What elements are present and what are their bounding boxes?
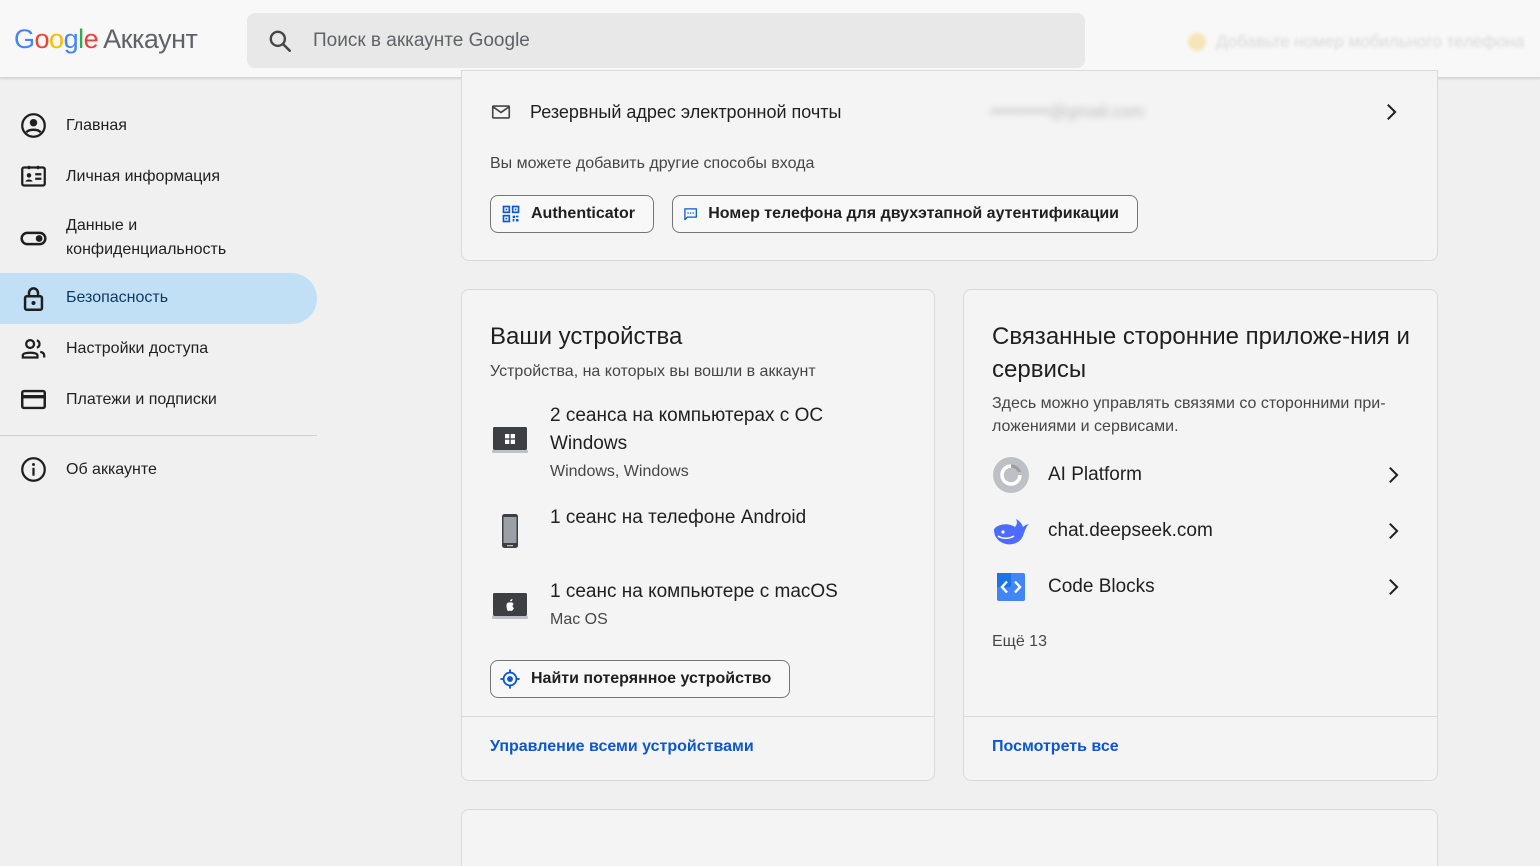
sidebar-item-label: Главная bbox=[66, 117, 127, 134]
sidebar-divider bbox=[0, 435, 317, 436]
app-label: AI Platform bbox=[1048, 464, 1142, 485]
account-circle-icon bbox=[21, 113, 46, 138]
toggle-icon bbox=[20, 231, 47, 246]
sidebar-item-data-privacy[interactable]: Данные и конфиденциальность bbox=[0, 204, 317, 272]
android-phone-icon bbox=[502, 514, 518, 548]
card-divider bbox=[964, 716, 1437, 717]
device-title: 1 сеанс на телефоне Android bbox=[550, 507, 807, 528]
search-icon[interactable] bbox=[267, 28, 293, 54]
location-target-icon bbox=[500, 669, 520, 689]
sidebar-item-label: Данные и конфиденциальность bbox=[66, 217, 227, 258]
device-item-mac[interactable]: 1 сеанс на компьютере с macOS Mac OS bbox=[490, 578, 910, 638]
chevron-right-icon bbox=[1387, 103, 1397, 121]
chevron-right-icon bbox=[1389, 578, 1399, 596]
sidebar-item-label: Платежи и подписки bbox=[66, 391, 217, 408]
sidebar-item-label: Личная информация bbox=[66, 168, 221, 185]
deepseek-whale-icon bbox=[994, 519, 1029, 545]
next-section-card bbox=[461, 809, 1438, 866]
sms-icon bbox=[684, 208, 697, 221]
search-input[interactable]: Поиск в аккаунте Google bbox=[313, 30, 530, 52]
sidebar-item-label: Об аккаунте bbox=[66, 461, 157, 478]
app-label: chat.deepseek.com bbox=[1048, 520, 1213, 541]
find-lost-device-label: Найти потерянное устройство bbox=[531, 670, 772, 687]
sidebar-item-payments[interactable]: Платежи и подписки bbox=[0, 375, 317, 425]
people-icon bbox=[21, 338, 46, 359]
devices-subtitle: Устройства, на которых вы вошли в аккаун… bbox=[490, 363, 816, 380]
sidebar-item-personal-info[interactable]: Личная информация bbox=[0, 152, 317, 202]
devices-title: Ваши устройства bbox=[490, 323, 683, 350]
search-box[interactable]: Поиск в аккаунте Google bbox=[247, 13, 1085, 68]
apps-title: Связанные сторонние приложе-ния и сервис… bbox=[992, 323, 1410, 383]
chevron-right-icon bbox=[1389, 466, 1399, 484]
app-item-deepseek[interactable]: chat.deepseek.com bbox=[992, 511, 1412, 551]
ai-platform-icon bbox=[993, 457, 1029, 493]
sidebar-item-home[interactable]: Главная bbox=[0, 101, 317, 151]
devices-card: Ваши устройства Устройства, на которых в… bbox=[461, 289, 935, 781]
two-step-phone-label: Номер телефона для двухэтапной аутентифи… bbox=[708, 205, 1119, 222]
phone-notice[interactable]: Добавьте номер мобильного телефона bbox=[1188, 32, 1525, 52]
lock-icon bbox=[23, 287, 44, 311]
phone-notice-text: Добавьте номер мобильного телефона bbox=[1216, 32, 1525, 51]
authenticator-label: Authenticator bbox=[531, 205, 635, 222]
sidebar-item-sharing[interactable]: Настройки доступа bbox=[0, 324, 317, 374]
qr-code-icon bbox=[502, 205, 520, 223]
mac-laptop-icon bbox=[492, 593, 528, 619]
app-label: Code Blocks bbox=[1048, 576, 1155, 597]
authenticator-button[interactable]: Authenticator bbox=[490, 195, 654, 233]
device-subtitle: Mac OS bbox=[550, 611, 608, 628]
google-account-logo[interactable]: Google Аккаунт bbox=[14, 24, 198, 55]
device-item-android[interactable]: 1 сеанс на телефоне Android bbox=[490, 504, 910, 564]
credit-card-icon bbox=[21, 389, 46, 410]
windows-laptop-icon bbox=[492, 427, 528, 453]
device-title: 1 сеанс на компьютере с macOS bbox=[550, 581, 838, 602]
card-divider bbox=[462, 716, 934, 717]
sidebar-item-label: Настройки доступа bbox=[66, 340, 209, 357]
view-all-link[interactable]: Посмотреть все bbox=[992, 738, 1119, 756]
two-step-phone-button[interactable]: Номер телефона для двухэтапной аутентифи… bbox=[672, 195, 1138, 233]
recovery-email-label: Резервный адрес электронной почты bbox=[530, 101, 842, 122]
sidebar-item-label: Безопасность bbox=[66, 289, 169, 306]
top-app-bar: Google Аккаунт Поиск в аккаунте Google До… bbox=[0, 0, 1540, 78]
sidebar-nav: Главная Личная информация Данные и конфи… bbox=[0, 78, 318, 866]
app-item-code-blocks[interactable]: Code Blocks bbox=[992, 567, 1412, 607]
app-item-ai-platform[interactable]: AI Platform bbox=[992, 455, 1412, 495]
sidebar-item-security[interactable]: Безопасность bbox=[0, 273, 317, 324]
mail-icon bbox=[491, 105, 511, 119]
add-methods-text: Вы можете добавить другие способы входа bbox=[490, 155, 815, 172]
chevron-right-icon bbox=[1389, 522, 1399, 540]
device-title: 2 сеанса на компьютерах с ОС Windows bbox=[550, 405, 824, 454]
notice-icon bbox=[1188, 33, 1206, 51]
manage-devices-link[interactable]: Управление всеми устройствами bbox=[490, 738, 754, 756]
find-lost-device-button[interactable]: Найти потерянное устройство bbox=[490, 660, 790, 698]
signin-methods-card: Резервный адрес электронной почты ••••••… bbox=[461, 70, 1438, 261]
apps-subtitle: Здесь можно управлять связями со сторонн… bbox=[992, 395, 1386, 435]
id-card-icon bbox=[21, 165, 46, 187]
info-icon bbox=[21, 457, 46, 482]
code-blocks-icon bbox=[997, 573, 1025, 601]
device-item-windows[interactable]: 2 сеанса на компьютерах с ОС Windows Win… bbox=[490, 402, 910, 492]
recovery-email-row[interactable]: Резервный адрес электронной почты ••••••… bbox=[490, 99, 1410, 125]
more-apps-count: Ещё 13 bbox=[992, 633, 1047, 650]
recovery-email-value: ••••••••••@gmail.com bbox=[990, 102, 1145, 121]
sidebar-item-about[interactable]: Об аккаунте bbox=[0, 445, 317, 495]
logo-suffix: Аккаунт bbox=[103, 24, 198, 54]
third-party-apps-card: Связанные сторонние приложе-ния и сервис… bbox=[963, 289, 1438, 781]
device-subtitle: Windows, Windows bbox=[550, 463, 689, 480]
